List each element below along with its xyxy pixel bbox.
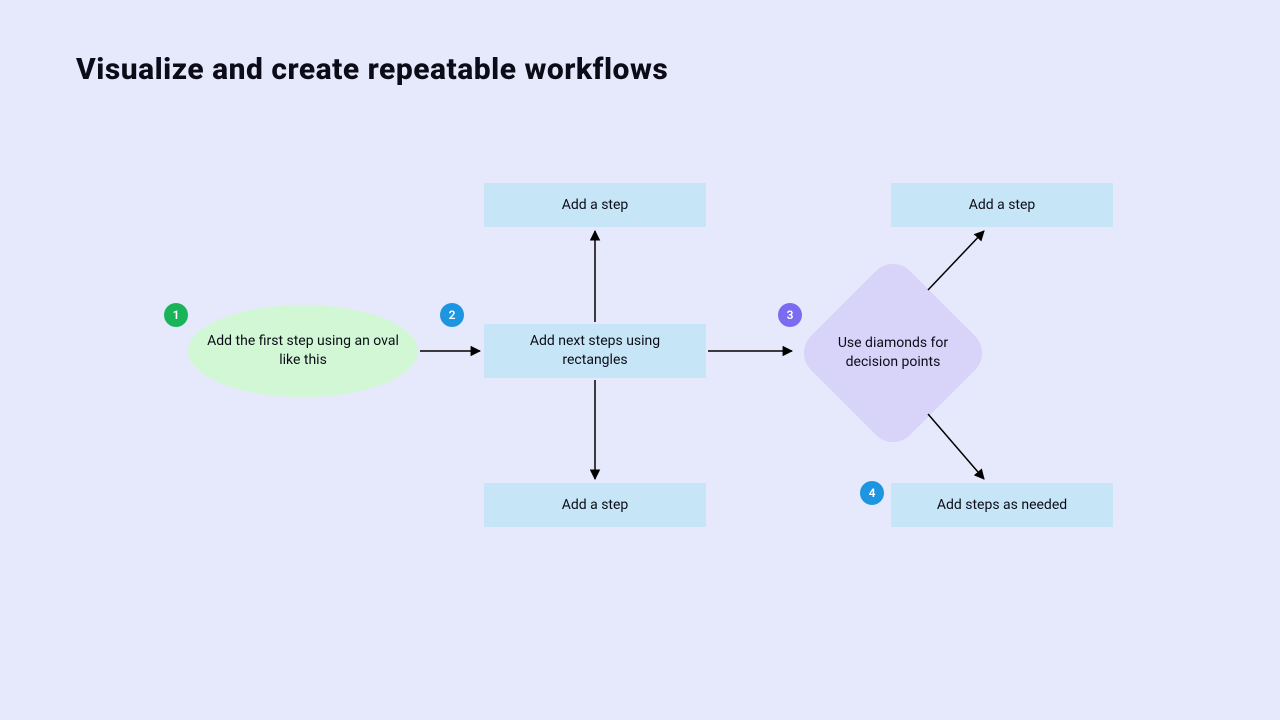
badge-4: 4	[860, 481, 884, 505]
page-title: Visualize and create repeatable workflow…	[76, 52, 668, 87]
node-output-bottom: Add steps as needed	[891, 483, 1113, 527]
node-step-bottom: Add a step	[484, 483, 706, 527]
badge-3: 3	[778, 303, 802, 327]
badge-1: 1	[164, 303, 188, 327]
diagram-canvas: Visualize and create repeatable workflow…	[0, 0, 1280, 720]
node-output-top: Add a step	[891, 183, 1113, 227]
node-step-top: Add a step	[484, 183, 706, 227]
badge-2: 2	[440, 303, 464, 327]
node-step-center: Add next steps using rectangles	[484, 324, 706, 378]
node-decision-label: Use diamonds for decision points	[823, 334, 963, 372]
node-decision-diamond: Use diamonds for decision points	[823, 283, 963, 423]
node-start-oval: Add the first step using an oval like th…	[188, 305, 418, 397]
